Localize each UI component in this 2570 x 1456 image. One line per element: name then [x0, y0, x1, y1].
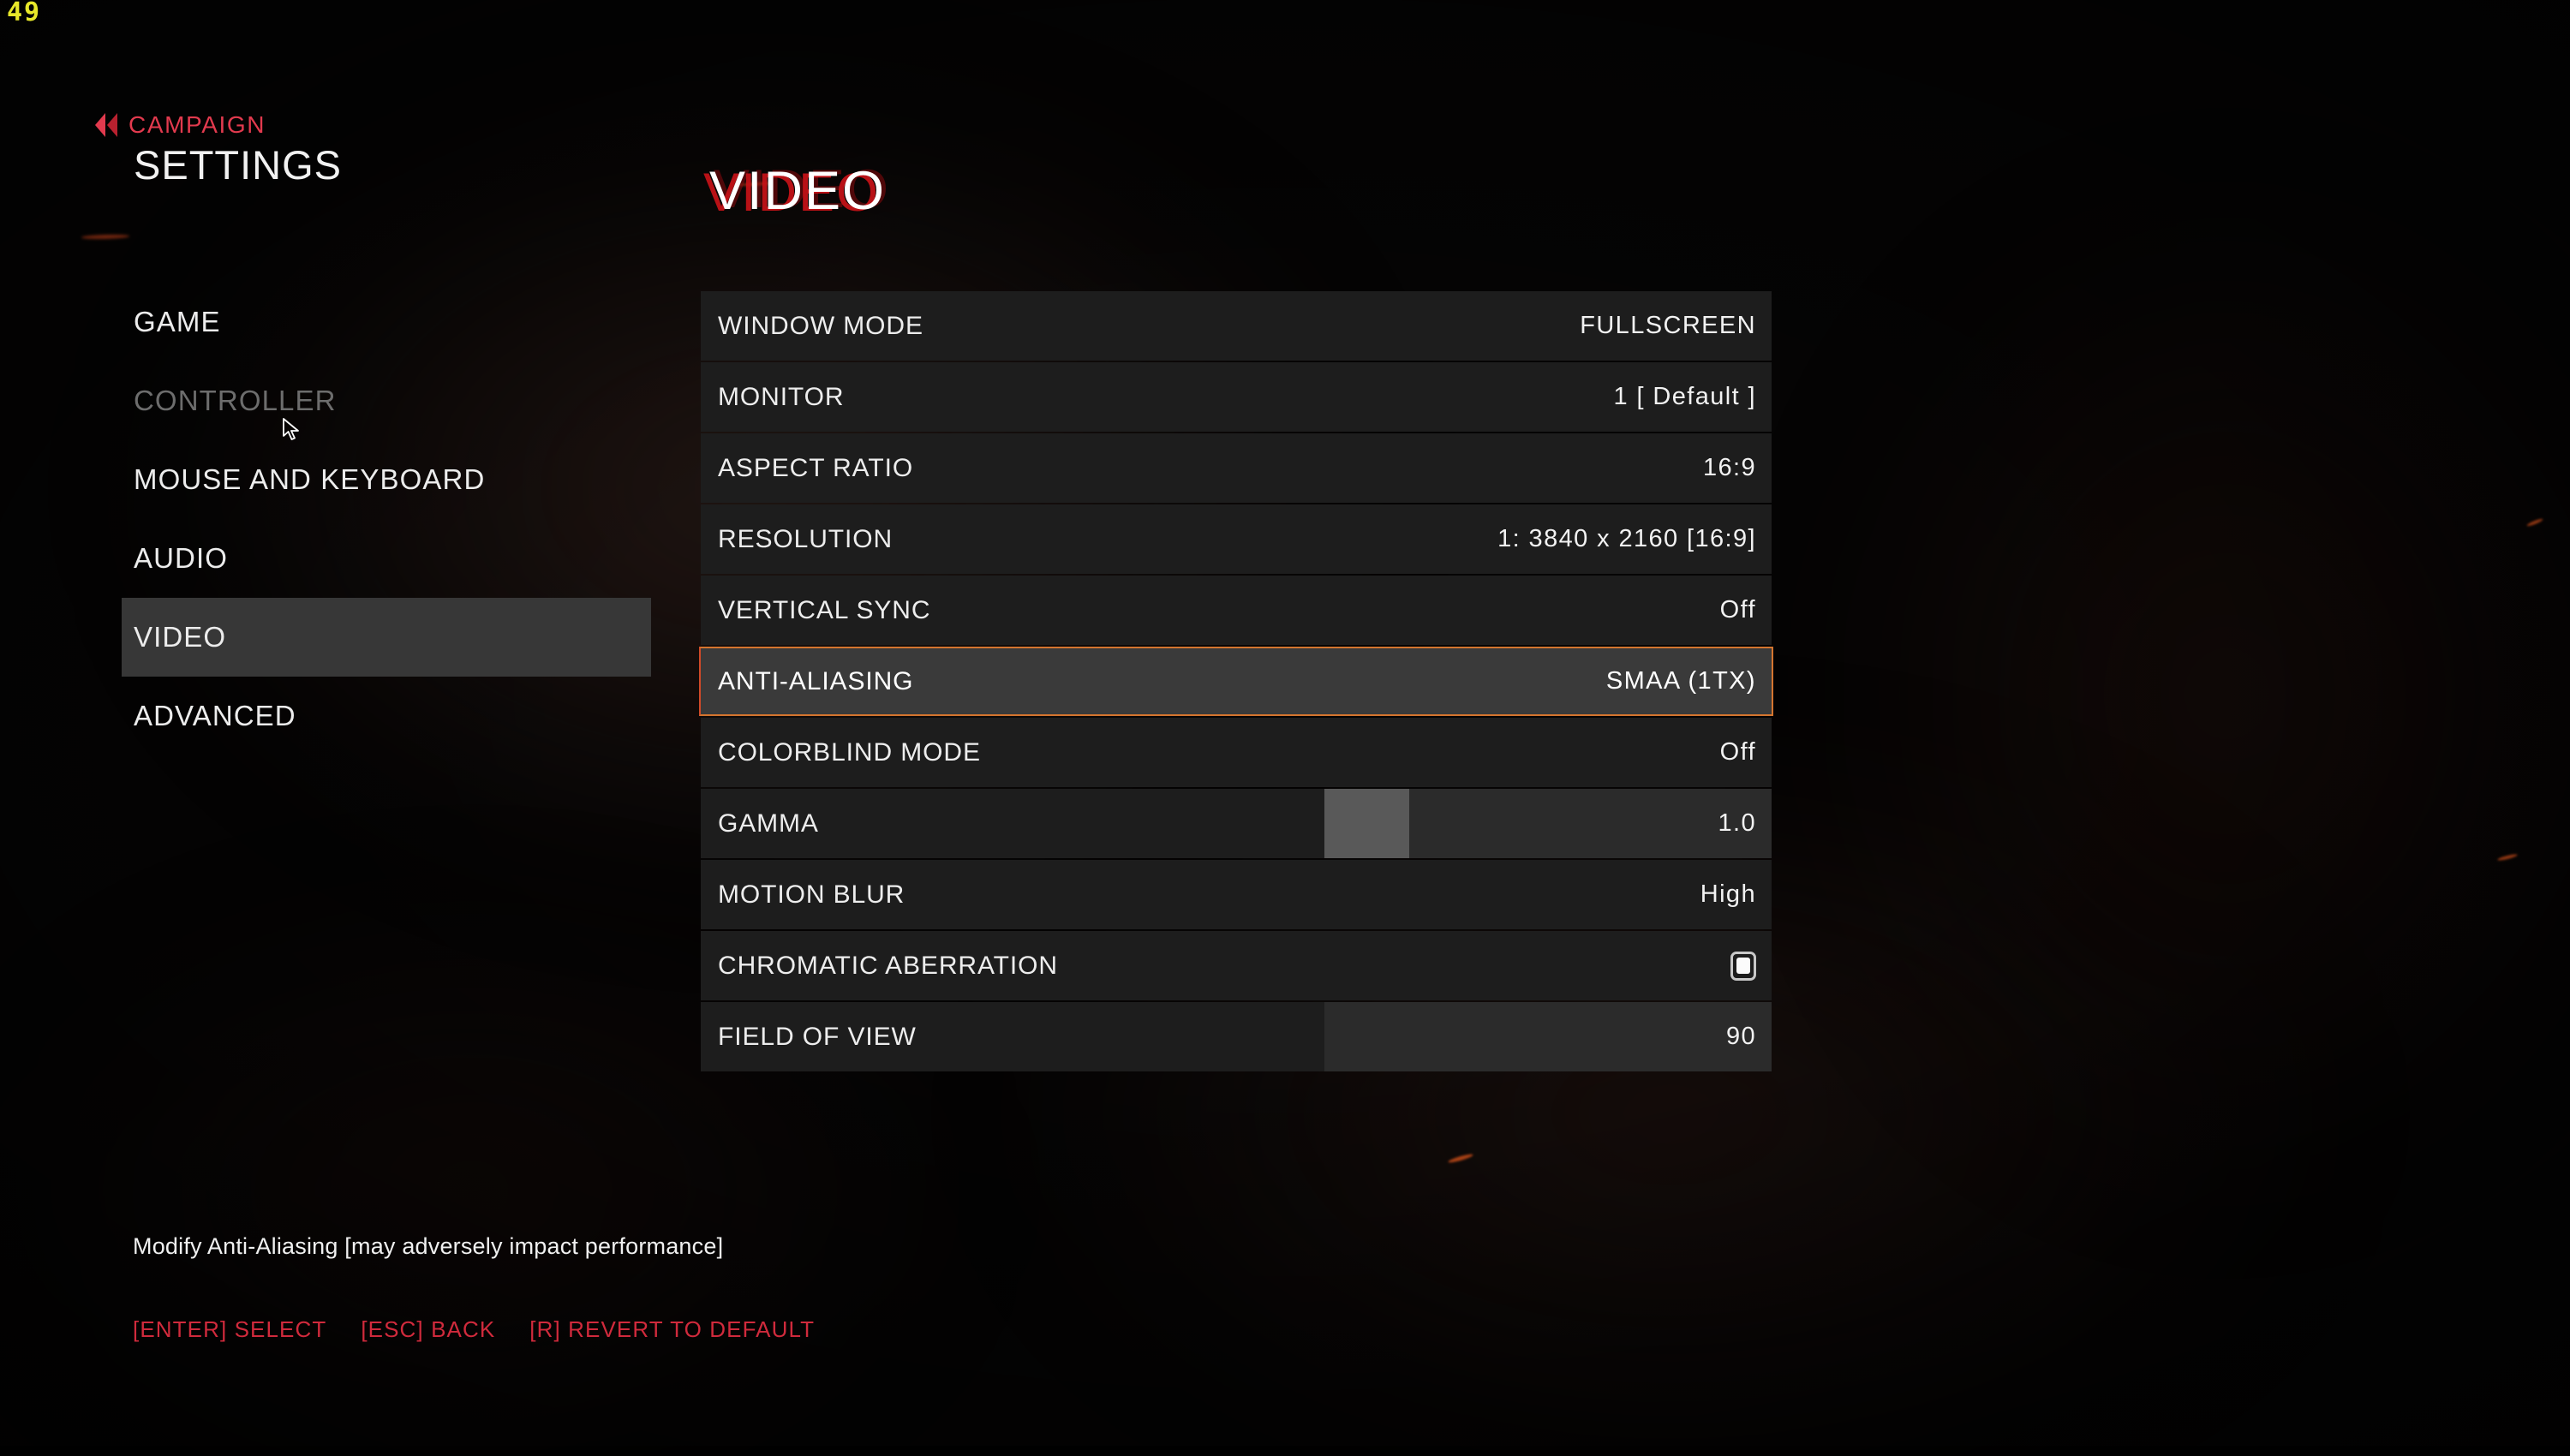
checkbox-check-fill	[1736, 958, 1750, 974]
setting-label: WINDOW MODE	[718, 311, 923, 340]
slider-fill	[1324, 789, 1409, 858]
slider-track[interactable]	[1324, 1002, 1772, 1071]
sidebar-item-controller: CONTROLLER	[122, 361, 651, 440]
sidebar-item-label: ADVANCED	[134, 700, 296, 731]
ember-spark	[81, 234, 130, 240]
setting-value: SMAA (1TX)	[1605, 667, 1756, 695]
setting-row-vertical-sync[interactable]: VERTICAL SYNC Off	[701, 576, 1772, 645]
setting-value: 1.0	[1718, 809, 1756, 837]
setting-value: Off	[1719, 596, 1756, 624]
setting-row-colorblind-mode[interactable]: COLORBLIND MODE Off	[701, 718, 1772, 787]
setting-label: ANTI-ALIASING	[718, 666, 914, 695]
setting-row-resolution[interactable]: RESOLUTION 1: 3840 x 2160 [16:9]	[701, 504, 1772, 574]
setting-row-anti-aliasing[interactable]: ANTI-ALIASING SMAA (1TX)	[699, 647, 1773, 716]
settings-rows-list: WINDOW MODE FULLSCREEN MONITOR 1 [ Default …	[699, 291, 1773, 1073]
setting-label: GAMMA	[718, 809, 819, 838]
settings-sidebar: GAME CONTROLLER MOUSE AND KEYBOARD AUDIO VID…	[122, 283, 651, 755]
sidebar-item-game[interactable]: GAME	[122, 283, 651, 361]
setting-value: Off	[1719, 738, 1756, 766]
key-hint[interactable]: [ENTER] SELECT	[133, 1316, 326, 1343]
fps-counter: 49	[7, 0, 42, 27]
sidebar-item-label: CONTROLLER	[134, 385, 337, 416]
setting-row-monitor[interactable]: MONITOR 1 [ Default ]	[701, 362, 1772, 432]
setting-value: 90	[1725, 1023, 1756, 1050]
setting-value: FULLSCREEN	[1580, 312, 1756, 339]
ember-spark	[1447, 1152, 1474, 1165]
sidebar-item-advanced[interactable]: ADVANCED	[122, 677, 651, 755]
setting-row-gamma[interactable]: GAMMA 1.0	[701, 789, 1772, 858]
setting-label: MOTION BLUR	[718, 880, 905, 909]
setting-row-window-mode[interactable]: WINDOW MODE FULLSCREEN	[701, 291, 1772, 361]
key-hint[interactable]: [ESC] BACK	[361, 1316, 495, 1343]
setting-row-chromatic-aberration[interactable]: CHROMATIC ABERRATION	[701, 931, 1772, 1000]
setting-row-field-of-view[interactable]: FIELD OF VIEW 90	[701, 1002, 1772, 1071]
setting-description: Modify Anti-Aliasing [may adversely impa…	[133, 1233, 724, 1259]
sidebar-item-label: MOUSE AND KEYBOARD	[134, 463, 486, 495]
setting-value: 1: 3840 x 2160 [16:9]	[1497, 525, 1756, 552]
sidebar-item-mouse-and-keyboard[interactable]: MOUSE AND KEYBOARD	[122, 440, 651, 519]
mouse-cursor	[283, 418, 299, 440]
checkbox-checked-icon[interactable]	[1730, 951, 1756, 981]
setting-row-aspect-ratio[interactable]: ASPECT RATIO 16:9	[701, 433, 1772, 503]
page-header: CAMPAIGN SETTINGS	[94, 111, 342, 186]
back-to-campaign-button[interactable]: CAMPAIGN	[94, 111, 342, 139]
setting-label: CHROMATIC ABERRATION	[718, 951, 1058, 980]
double-chevron-left-icon	[95, 113, 117, 137]
section-title: VIDEO	[709, 161, 887, 221]
sidebar-item-label: VIDEO	[134, 621, 227, 653]
sidebar-item-audio[interactable]: AUDIO	[122, 519, 651, 598]
back-label: CAMPAIGN	[128, 111, 266, 138]
setting-label: VERTICAL SYNC	[718, 595, 931, 624]
setting-label: RESOLUTION	[718, 524, 894, 553]
background-haze	[1842, 223, 2570, 1165]
setting-value: 16:9	[1702, 454, 1756, 481]
ember-spark	[2496, 853, 2519, 862]
setting-label: COLORBLIND MODE	[718, 737, 981, 767]
setting-label: MONITOR	[718, 382, 845, 411]
ember-spark	[2525, 517, 2544, 528]
setting-label: ASPECT RATIO	[718, 453, 914, 482]
sidebar-item-label: GAME	[134, 306, 221, 337]
page-title: SETTINGS	[134, 142, 343, 188]
setting-row-motion-blur[interactable]: MOTION BLUR High	[701, 860, 1772, 929]
setting-label: FIELD OF VIEW	[718, 1022, 917, 1051]
sidebar-item-video[interactable]: VIDEO	[122, 598, 651, 677]
slider-track[interactable]	[1324, 789, 1772, 858]
setting-value: High	[1700, 880, 1756, 908]
key-hints-bar: [ENTER] SELECT [ESC] BACK [R] REVERT TO DE…	[133, 1316, 815, 1343]
key-hint[interactable]: [R] REVERT TO DEFAULT	[529, 1316, 815, 1343]
setting-value: 1 [ Default ]	[1613, 383, 1756, 410]
sidebar-item-label: AUDIO	[134, 542, 229, 574]
setting-value	[1730, 951, 1772, 981]
